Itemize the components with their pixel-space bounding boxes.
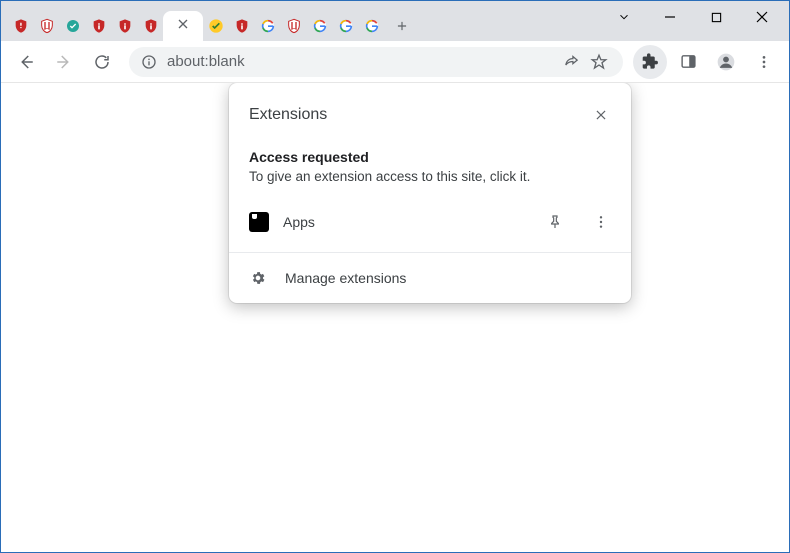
tab-12[interactable] [306, 11, 333, 41]
tab-14[interactable] [358, 11, 385, 41]
access-requested-heading: Access requested [229, 135, 631, 167]
avatar-icon [716, 52, 736, 72]
extension-row[interactable]: Apps [229, 196, 631, 248]
kebab-icon [593, 214, 609, 230]
profile-button[interactable] [709, 45, 743, 79]
extensions-button[interactable] [633, 45, 667, 79]
address-bar[interactable]: about:blank [129, 47, 623, 77]
tab-strip [1, 1, 601, 41]
url-text: about:blank [167, 53, 245, 70]
new-tab-button[interactable] [388, 12, 416, 40]
tab-4[interactable] [85, 11, 112, 41]
access-requested-subtext: To give an extension access to this site… [229, 167, 631, 196]
back-button[interactable] [9, 45, 43, 79]
popup-title: Extensions [249, 106, 327, 124]
manage-extensions-button[interactable]: Manage extensions [229, 257, 631, 303]
tab-active[interactable] [163, 11, 203, 41]
tab-5[interactable] [111, 11, 138, 41]
puzzle-icon [642, 53, 659, 70]
divider [229, 252, 631, 253]
forward-button[interactable] [47, 45, 81, 79]
gear-icon [249, 269, 267, 287]
tab-9[interactable] [228, 11, 255, 41]
tab-11[interactable] [280, 11, 307, 41]
popup-close-button[interactable] [585, 99, 617, 131]
plus-icon [395, 19, 409, 33]
site-info-icon[interactable] [139, 52, 159, 72]
window-controls [601, 1, 789, 41]
side-panel-icon [680, 53, 697, 70]
tab-2[interactable] [33, 11, 60, 41]
extension-app-icon [249, 212, 269, 232]
manage-extensions-label: Manage extensions [285, 270, 406, 286]
page-content: Extensions Access requested To give an e… [1, 83, 789, 552]
close-icon [594, 108, 608, 122]
reload-button[interactable] [85, 45, 119, 79]
close-tab-icon[interactable] [175, 16, 191, 37]
toolbar: about:blank [1, 41, 789, 83]
tab-search-button[interactable] [601, 1, 647, 33]
share-icon[interactable] [557, 45, 585, 79]
tab-1[interactable] [7, 11, 34, 41]
pin-extension-button[interactable] [539, 206, 571, 238]
extensions-popup: Extensions Access requested To give an e… [229, 83, 631, 303]
close-window-button[interactable] [739, 1, 785, 33]
side-panel-button[interactable] [671, 45, 705, 79]
kebab-icon [756, 54, 772, 70]
extension-more-button[interactable] [585, 206, 617, 238]
tab-8[interactable] [202, 11, 229, 41]
tab-10[interactable] [254, 11, 281, 41]
extension-name: Apps [283, 214, 525, 230]
maximize-button[interactable] [693, 1, 739, 33]
pin-icon [547, 214, 563, 230]
titlebar [1, 1, 789, 41]
tab-3[interactable] [59, 11, 86, 41]
tab-6[interactable] [137, 11, 164, 41]
menu-button[interactable] [747, 45, 781, 79]
bookmark-icon[interactable] [585, 45, 613, 79]
minimize-button[interactable] [647, 1, 693, 33]
tab-13[interactable] [332, 11, 359, 41]
